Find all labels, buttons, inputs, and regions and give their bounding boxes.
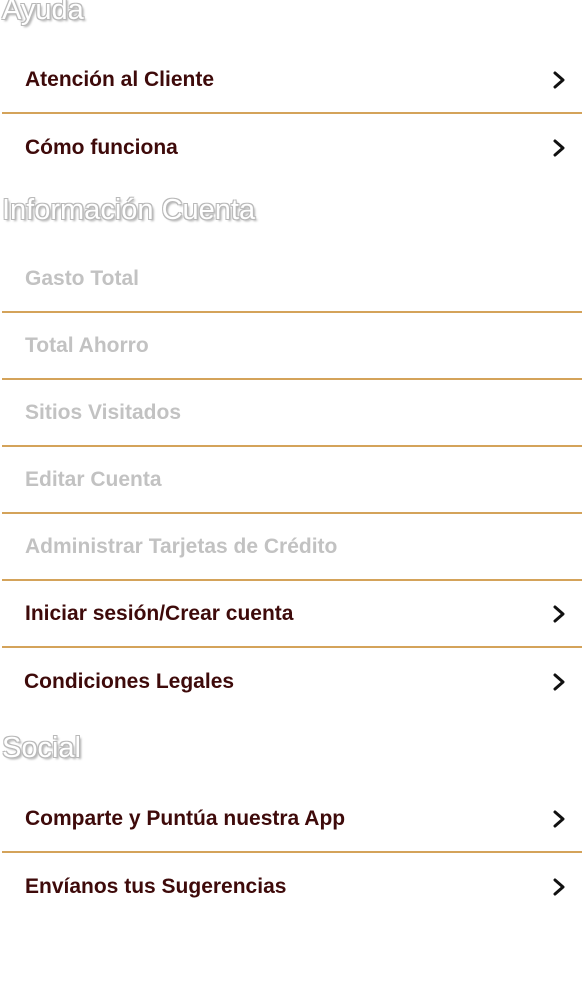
menu-item-administrar-tarjetas: Administrar Tarjetas de Crédito xyxy=(2,515,582,581)
menu-item-label: Total Ahorro xyxy=(25,334,149,357)
chevron-right-icon xyxy=(552,877,566,897)
menu-item-label: Gasto Total xyxy=(25,267,139,290)
chevron-right-icon xyxy=(552,672,566,692)
menu-item-label: Cómo funciona xyxy=(25,136,178,159)
menu-item-total-ahorro: Total Ahorro xyxy=(2,314,582,380)
menu-item-gasto-total: Gasto Total xyxy=(2,247,582,313)
menu-item-como-funciona[interactable]: Cómo funciona xyxy=(2,115,582,181)
menu-item-label: Administrar Tarjetas de Crédito xyxy=(25,535,338,558)
chevron-right-icon xyxy=(552,138,566,158)
menu-item-label: Comparte y Puntúa nuestra App xyxy=(25,807,346,830)
chevron-right-icon xyxy=(552,604,566,624)
menu-item-envianos-sugerencias[interactable]: Envíanos tus Sugerencias xyxy=(2,854,582,920)
section-header-social: Social xyxy=(2,732,81,764)
chevron-right-icon xyxy=(552,70,566,90)
menu-item-condiciones-legales[interactable]: Condiciones Legales xyxy=(2,649,582,715)
menu-item-label: Iniciar sesión/Crear cuenta xyxy=(25,602,294,625)
menu-item-iniciar-sesion[interactable]: Iniciar sesión/Crear cuenta xyxy=(2,582,582,648)
menu-item-label: Editar Cuenta xyxy=(25,468,162,491)
menu-item-sitios-visitados: Sitios Visitados xyxy=(2,381,582,447)
menu-item-editar-cuenta: Editar Cuenta xyxy=(2,448,582,514)
chevron-right-icon xyxy=(552,809,566,829)
menu-item-label: Sitios Visitados xyxy=(25,401,181,424)
menu-item-label: Condiciones Legales xyxy=(24,670,235,693)
menu-item-atencion-cliente[interactable]: Atención al Cliente xyxy=(2,48,582,114)
section-header-account: Información Cuenta xyxy=(2,194,256,226)
menu-item-comparte-puntua[interactable]: Comparte y Puntúa nuestra App xyxy=(2,787,582,853)
section-header-help: Ayuda xyxy=(2,0,84,26)
menu-item-label: Envíanos tus Sugerencias xyxy=(25,875,287,898)
menu-item-label: Atención al Cliente xyxy=(25,68,215,91)
